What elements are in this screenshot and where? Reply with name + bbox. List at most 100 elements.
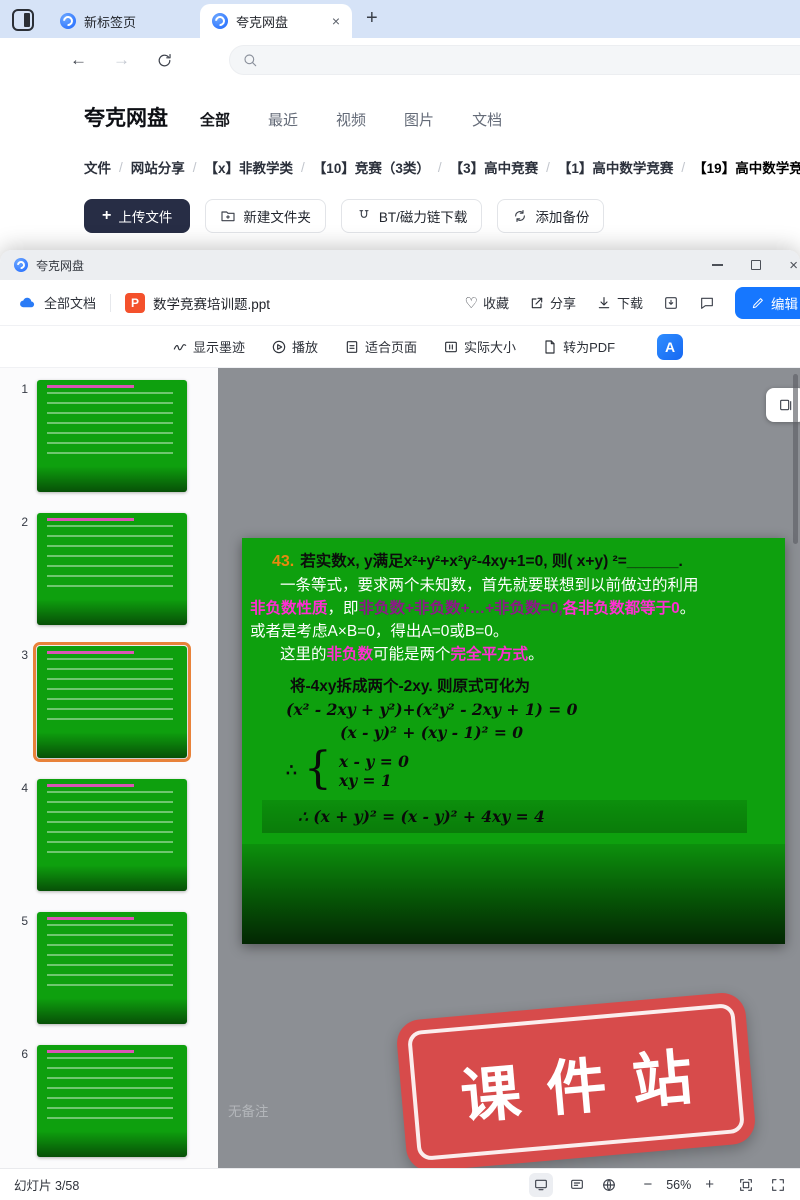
- window-title: 夸克网盘: [36, 257, 84, 274]
- fit-screen-button[interactable]: [738, 1177, 754, 1193]
- slide-thumbnail-4[interactable]: 4: [0, 779, 218, 891]
- body-text: 。: [680, 600, 696, 617]
- comment-icon: [569, 1177, 585, 1193]
- maximize-icon[interactable]: [751, 260, 761, 270]
- thumbnail-image[interactable]: [37, 779, 187, 891]
- search-input[interactable]: [229, 45, 800, 75]
- breadcrumb-item[interactable]: 【1】高中数学竞赛: [558, 157, 674, 177]
- comments-button[interactable]: [569, 1177, 585, 1193]
- close-window-icon[interactable]: ×: [789, 257, 798, 274]
- add-backup-button[interactable]: 添加备份: [497, 199, 604, 233]
- fullscreen-button[interactable]: [770, 1177, 786, 1193]
- share-button[interactable]: 分享: [529, 293, 576, 312]
- folder-plus-icon: [220, 208, 236, 224]
- convert-to-pdf-button[interactable]: 转为PDF: [542, 337, 615, 356]
- slide-thumbnail-5[interactable]: 5: [0, 912, 218, 1024]
- back-icon[interactable]: ←: [70, 50, 87, 70]
- breadcrumb-item[interactable]: 【10】竞赛（3类）: [313, 157, 430, 177]
- thumbnail-image[interactable]: [37, 646, 187, 758]
- thumbnail-image[interactable]: [37, 912, 187, 1024]
- stamp-text: 课件站: [431, 1026, 722, 1137]
- viewer-content: 1 2 3 4 5 6: [0, 368, 800, 1168]
- document-viewer-window: 夸克网盘 × 全部文档 P 数学竞赛培训题.ppt ♡ 收藏 分享 下载: [0, 250, 800, 1200]
- play-button[interactable]: 播放: [271, 337, 318, 356]
- pdf-icon: [542, 339, 558, 355]
- favorite-button[interactable]: ♡ 收藏: [465, 293, 509, 312]
- bt-magnet-download-button[interactable]: BT/磁力链下载: [341, 199, 483, 233]
- view-toolbar: 显示墨迹 播放 适合页面 实际大小 转为PDF A: [0, 326, 800, 368]
- forward-icon[interactable]: →: [113, 50, 130, 70]
- new-folder-button[interactable]: 新建文件夹: [205, 199, 326, 233]
- notes-panel-toggle-button[interactable]: [529, 1173, 553, 1197]
- highlight-text: 非负数性质: [250, 600, 328, 617]
- convert-to-pdf-label: 转为PDF: [563, 337, 615, 356]
- breadcrumb: 文件 网站分享 【x】非教学类 【10】竞赛（3类） 【3】高中竞赛 【1】高中…: [0, 132, 800, 177]
- close-tab-icon[interactable]: ×: [332, 14, 340, 28]
- breadcrumb-item[interactable]: 文件: [84, 157, 111, 177]
- problem-number: 43.: [272, 553, 294, 570]
- all-documents-button[interactable]: 全部文档: [44, 293, 96, 312]
- zoom-in-button[interactable]: +: [705, 1176, 714, 1193]
- browser-tab-quark-drive[interactable]: 夸克网盘 ×: [200, 4, 352, 38]
- tab-image[interactable]: 图片: [404, 109, 434, 130]
- upload-file-button[interactable]: + 上传文件: [84, 199, 190, 233]
- breadcrumb-item[interactable]: 网站分享: [131, 157, 185, 177]
- no-notes-label: 无备注: [228, 1100, 269, 1120]
- tab-video[interactable]: 视频: [336, 109, 366, 130]
- edit-button[interactable]: 编辑: [735, 287, 800, 319]
- thumbnail-image[interactable]: [37, 380, 187, 492]
- upload-file-label: 上传文件: [118, 206, 172, 226]
- scrollbar[interactable]: [793, 374, 798, 544]
- language-button[interactable]: [601, 1177, 617, 1193]
- edit-label: 编辑: [771, 293, 798, 313]
- fit-page-button[interactable]: 适合页面: [344, 337, 417, 356]
- slide-problem-title: 43.若实数x, y满足x²+y²+x²y²-4xy+1=0, 则( x+y) …: [242, 549, 785, 575]
- equation-system: ∴ { x - y = 0 xy = 1: [286, 750, 785, 791]
- thumbnail-number: 6: [12, 1045, 28, 1157]
- play-label: 播放: [292, 337, 318, 356]
- zoom-out-button[interactable]: −: [643, 1176, 652, 1193]
- magnet-icon: [356, 208, 372, 224]
- fullscreen-icon: [770, 1177, 786, 1193]
- highlight-text: 完全平方式: [451, 646, 529, 663]
- slide-thumbnail-6[interactable]: 6: [0, 1045, 218, 1157]
- body-text: 可能是两个: [373, 646, 451, 663]
- browser-tab-newtab[interactable]: 新标签页: [48, 4, 200, 38]
- thumbnail-image[interactable]: [37, 513, 187, 625]
- slide-thumbnail-3-selected[interactable]: 3: [0, 646, 218, 758]
- therefore-symbol: ∴: [286, 761, 297, 781]
- download-button[interactable]: 下载: [596, 293, 643, 312]
- breadcrumb-item[interactable]: 【x】非教学类: [205, 157, 294, 177]
- download-label: 下载: [617, 293, 643, 312]
- show-ink-button[interactable]: 显示墨迹: [172, 337, 245, 356]
- thumbnail-image[interactable]: [37, 1045, 187, 1157]
- breadcrumb-item[interactable]: 【3】高中竞赛: [450, 157, 539, 177]
- new-tab-button[interactable]: +: [366, 7, 378, 30]
- ai-assistant-button[interactable]: A: [657, 334, 683, 360]
- tab-all[interactable]: 全部: [200, 109, 230, 130]
- feedback-button[interactable]: [699, 295, 715, 311]
- browser-logo-icon[interactable]: [12, 9, 34, 31]
- search-icon: [242, 52, 258, 68]
- dark-highlight-text: 非负数+非负数+…+非负数=0,: [359, 600, 563, 617]
- breadcrumb-separator: [430, 160, 450, 175]
- actual-size-label: 实际大小: [464, 337, 516, 356]
- thumbnail-number: 2: [12, 513, 28, 625]
- thumbnail-number: 5: [12, 912, 28, 1024]
- slide-thumbnail-2[interactable]: 2: [0, 513, 218, 625]
- tab-recent[interactable]: 最近: [268, 109, 298, 130]
- save-to-drive-button[interactable]: [663, 295, 679, 311]
- thumbnail-panel[interactable]: 1 2 3 4 5 6: [0, 368, 218, 1168]
- equation: xy = 1: [339, 771, 409, 790]
- file-name: 数学竞赛培训题.ppt: [153, 293, 270, 313]
- tab-doc[interactable]: 文档: [472, 109, 502, 130]
- minimize-icon[interactable]: [712, 264, 723, 266]
- document-toolbar: 全部文档 P 数学竞赛培训题.ppt ♡ 收藏 分享 下载: [0, 280, 800, 326]
- breadcrumb-item-current[interactable]: 【19】高中数学竞赛: [693, 157, 800, 177]
- share-icon: [529, 295, 545, 311]
- actual-size-button[interactable]: 实际大小: [443, 337, 516, 356]
- play-icon: [271, 339, 287, 355]
- window-title-bar[interactable]: 夸克网盘 ×: [0, 250, 800, 280]
- refresh-icon[interactable]: [156, 52, 173, 69]
- slide-thumbnail-1[interactable]: 1: [0, 380, 218, 492]
